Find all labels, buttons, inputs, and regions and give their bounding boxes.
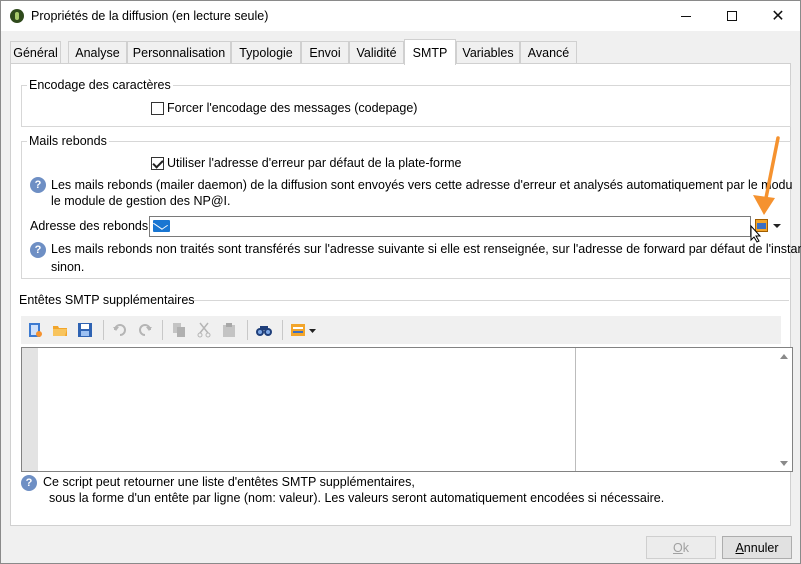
cut-icon[interactable]: [195, 321, 213, 339]
use-default-address-checkbox[interactable]: [151, 157, 164, 170]
toolbar-separator: [282, 320, 283, 340]
app-logo-icon: [10, 9, 24, 23]
title-bar[interactable]: Propriétés de la diffusion (en lecture s…: [1, 1, 800, 31]
encoding-group-label: Encodage des caractères: [27, 78, 173, 92]
redo-icon[interactable]: [136, 321, 154, 339]
chevron-down-icon: [773, 224, 781, 228]
minimize-icon: [681, 15, 691, 17]
close-button[interactable]: ✕: [755, 1, 801, 31]
headers-divider: [183, 300, 789, 301]
forward-help-line1: Les mails rebonds non traités sont trans…: [51, 242, 801, 256]
find-icon[interactable]: [255, 321, 273, 339]
bounce-help-line2: le module de gestion des NP@I.: [51, 194, 231, 208]
tab-avance[interactable]: Avancé: [520, 41, 577, 64]
forward-help-line2: sinon.: [51, 260, 85, 274]
insert-field-icon[interactable]: [289, 321, 319, 339]
help-icon: ?: [21, 475, 37, 491]
force-encoding-checkbox[interactable]: [151, 102, 164, 115]
minimize-button[interactable]: [663, 1, 709, 31]
scroll-up-icon[interactable]: [780, 354, 788, 359]
mouse-cursor-icon: [750, 225, 762, 243]
smtp-headers-label: Entêtes SMTP supplémentaires: [19, 293, 195, 307]
new-icon[interactable]: [26, 321, 44, 339]
scroll-down-icon[interactable]: [780, 461, 788, 466]
tab-typologie[interactable]: Typologie: [231, 41, 301, 64]
bounce-address-input[interactable]: [149, 216, 751, 237]
bounce-address-label: Adresse des rebonds :: [30, 219, 156, 233]
tab-envoi[interactable]: Envoi: [301, 41, 349, 64]
help-icon: ?: [30, 177, 46, 193]
paste-icon[interactable]: [220, 321, 238, 339]
toolbar-separator: [162, 320, 163, 340]
close-icon: ✕: [771, 8, 785, 25]
use-default-address-label: Utiliser l'adresse d'erreur par défaut d…: [167, 156, 462, 170]
smtp-panel: Encodage des caractères Forcer l'encodag…: [10, 63, 801, 526]
bounce-group-label: Mails rebonds: [27, 134, 109, 148]
cancel-button[interactable]: Annuler: [722, 536, 792, 559]
ok-button[interactable]: Ok: [646, 536, 716, 559]
script-toolbar: [21, 316, 781, 344]
undo-icon[interactable]: [111, 321, 129, 339]
force-encoding-label: Forcer l'encodage des messages (codepage…: [167, 101, 418, 115]
script-editor[interactable]: [21, 347, 793, 472]
tab-analyse[interactable]: Analyse: [68, 41, 127, 64]
tab-validite[interactable]: Validité: [349, 41, 404, 64]
tab-personnalisation[interactable]: Personnalisation: [127, 41, 231, 64]
window-title: Propriétés de la diffusion (en lecture s…: [31, 9, 269, 23]
editor-gutter: [22, 348, 38, 471]
maximize-icon: [727, 11, 737, 21]
properties-dialog: Propriétés de la diffusion (en lecture s…: [0, 0, 801, 564]
script-help-line2: sous la forme d'un entête par ligne (nom…: [49, 491, 665, 505]
maximize-button[interactable]: [709, 1, 755, 31]
tab-variables[interactable]: Variables: [456, 41, 520, 64]
toolbar-separator: [247, 320, 248, 340]
tab-general[interactable]: Général: [10, 41, 61, 64]
bounce-help-line1: Les mails rebonds (mailer daemon) de la …: [51, 178, 793, 192]
help-icon: ?: [30, 242, 46, 258]
toolbar-separator: [103, 320, 104, 340]
script-help-line1: Ce script peut retourner une liste d'ent…: [43, 475, 415, 489]
copy-icon[interactable]: [170, 321, 188, 339]
open-folder-icon[interactable]: [51, 321, 69, 339]
editor-splitter[interactable]: [575, 348, 576, 471]
save-icon[interactable]: [76, 321, 94, 339]
tab-smtp[interactable]: SMTP: [404, 39, 456, 65]
email-icon: [153, 220, 170, 232]
